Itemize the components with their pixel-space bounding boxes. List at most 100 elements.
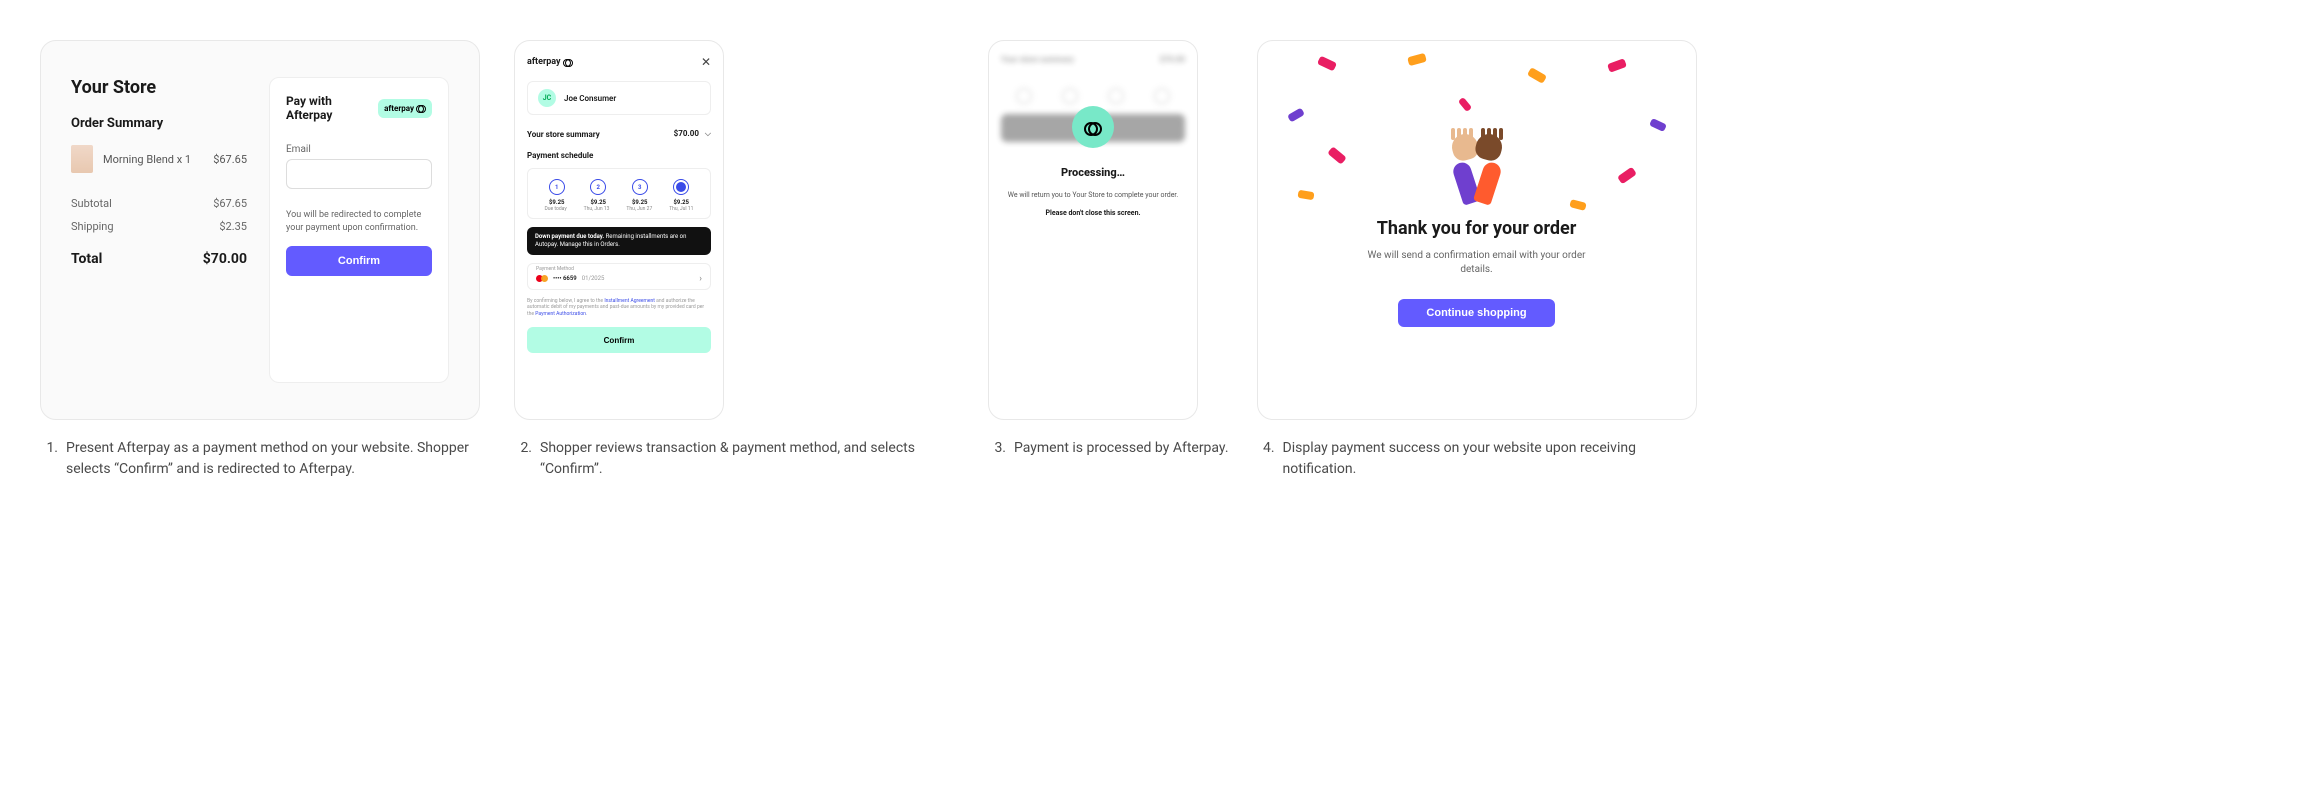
confetti-icon	[1617, 167, 1637, 185]
installment-amount: $9.25	[590, 199, 606, 206]
caption-text: Present Afterpay as a payment method on …	[66, 438, 486, 480]
pay-heading: Pay with Afterpay	[286, 94, 378, 122]
email-input[interactable]	[286, 159, 432, 189]
payment-method-label: Payment Method	[536, 266, 574, 272]
shipping-row: Shipping $2.35	[71, 220, 247, 233]
step-2-column: afterpay ✕ JC Joe Consumer Your store su…	[514, 40, 960, 480]
afterpay-confirm-button[interactable]: Confirm	[527, 327, 711, 353]
confetti-icon	[1569, 199, 1587, 211]
installment-circle	[673, 179, 689, 195]
step-4-column: Thank you for your order We will send a …	[1257, 40, 1703, 480]
afterpay-loop-icon	[563, 59, 573, 66]
installment-amount: $9.25	[673, 199, 689, 206]
afterpay-review-card: afterpay ✕ JC Joe Consumer Your store su…	[514, 40, 724, 420]
confetti-icon	[1287, 108, 1305, 123]
thank-you-message: We will send a confirmation email with y…	[1367, 249, 1587, 277]
step-3-column: Your store summary $70.00 Processing… We…	[988, 40, 1229, 459]
confetti-icon	[1316, 56, 1336, 72]
shipping-label: Shipping	[71, 220, 114, 233]
thank-you-title: Thank you for your order	[1377, 218, 1577, 239]
flow-steps-row: Your Store Order Summary Morning Blend x…	[40, 40, 2268, 480]
confirm-button[interactable]: Confirm	[286, 246, 432, 276]
continue-shopping-button[interactable]: Continue shopping	[1398, 299, 1554, 327]
confetti-icon	[1457, 97, 1471, 112]
caption-text: Shopper reviews transaction & payment me…	[540, 438, 960, 480]
confetti-icon	[1607, 58, 1627, 73]
pay-panel: Pay with Afterpay afterpay Email You wil…	[269, 77, 449, 383]
chevron-right-icon: ›	[699, 274, 702, 284]
afterpay-badge: afterpay	[378, 99, 432, 118]
confetti-icon	[1649, 118, 1667, 132]
order-summary-heading: Order Summary	[71, 116, 247, 131]
installment-agreement-link[interactable]: Installment Agreement	[604, 298, 655, 304]
user-chip[interactable]: JC Joe Consumer	[527, 81, 711, 115]
step-1-column: Your Store Order Summary Morning Blend x…	[40, 40, 486, 480]
email-label: Email	[286, 144, 432, 155]
installment-circle: 1	[549, 179, 565, 195]
installment-circle: 3	[632, 179, 648, 195]
close-icon[interactable]: ✕	[701, 55, 711, 69]
afterpay-loop-icon	[1084, 122, 1102, 133]
card-last4: •••• 6659	[553, 275, 577, 282]
caption-number: 1.	[40, 438, 58, 480]
processing-message: We will return you to Your Store to comp…	[1008, 191, 1178, 199]
shipping-value: $2.35	[219, 220, 247, 233]
installment-date: Thu, Jun 13	[584, 206, 610, 212]
schedule-box: 1 2 3 $9.25 $9.25 $9.25 $9.25 Due today …	[527, 168, 711, 219]
legal-text: By confirming below, I agree to the Inst…	[527, 298, 711, 318]
installment-amount: $9.25	[549, 199, 565, 206]
total-label: Total	[71, 251, 102, 267]
redirect-notice: You will be redirected to complete your …	[286, 209, 432, 234]
confetti-icon	[1327, 146, 1347, 164]
step-1-caption: 1. Present Afterpay as a payment method …	[40, 438, 486, 480]
caption-number: 3.	[988, 438, 1006, 459]
processing-heading: Processing…	[1061, 166, 1125, 179]
card-expiry: 01/2025	[582, 275, 605, 282]
subtotal-row: Subtotal $67.65	[71, 197, 247, 210]
subtotal-value: $67.65	[213, 197, 247, 210]
payment-method-row[interactable]: Payment Method •••• 6659 01/2025 ›	[527, 263, 711, 290]
step-2-caption: 2. Shopper reviews transaction & payment…	[514, 438, 960, 480]
high-five-icon	[1437, 134, 1517, 204]
installment-date: Thu, Jul 11	[669, 206, 693, 212]
installment-circle: 2	[590, 179, 606, 195]
confetti-icon	[1526, 67, 1546, 84]
installment-date: Due today	[544, 206, 566, 212]
installment-amount: $9.25	[632, 199, 648, 206]
caption-number: 2.	[514, 438, 532, 480]
mastercard-icon	[536, 275, 548, 283]
afterpay-logo: afterpay	[527, 57, 573, 67]
confetti-icon	[1407, 53, 1427, 66]
processing-card: Your store summary $70.00 Processing… We…	[988, 40, 1198, 420]
subtotal-label: Subtotal	[71, 197, 112, 210]
chevron-down-icon: ⌵	[705, 129, 711, 138]
total-value: $70.00	[203, 251, 247, 267]
step-3-caption: 3. Payment is processed by Afterpay.	[988, 438, 1229, 459]
afterpay-spinner-icon	[1072, 106, 1114, 148]
caption-number: 4.	[1257, 438, 1275, 480]
afterpay-loop-icon	[416, 105, 426, 112]
store-summary-row[interactable]: Your store summary $70.00 ⌵	[527, 129, 711, 139]
store-name: Your Store	[71, 77, 247, 98]
payment-authorization-link[interactable]: Payment Authorization	[535, 311, 586, 317]
caption-text: Display payment success on your website …	[1283, 438, 1703, 480]
store-summary-amount: $70.00	[674, 129, 699, 138]
store-summary-label: Your store summary	[527, 130, 600, 139]
line-item: Morning Blend x 1 $67.65	[71, 145, 247, 173]
installment-date: Thu, Jun 27	[626, 206, 652, 212]
checkout-card: Your Store Order Summary Morning Blend x…	[40, 40, 480, 420]
afterpay-badge-text: afterpay	[384, 104, 414, 113]
total-row: Total $70.00	[71, 251, 247, 267]
confetti-icon	[1297, 190, 1314, 201]
caption-text: Payment is processed by Afterpay.	[1014, 438, 1229, 459]
user-avatar: JC	[538, 89, 556, 107]
success-card: Thank you for your order We will send a …	[1257, 40, 1697, 420]
line-item-name: Morning Blend x 1	[103, 153, 203, 166]
schedule-heading: Payment schedule	[527, 151, 711, 160]
banner-bold: Down payment due today.	[535, 233, 604, 240]
autopay-banner: Down payment due today. Remaining instal…	[527, 227, 711, 255]
order-summary-panel: Your Store Order Summary Morning Blend x…	[71, 77, 247, 383]
processing-warning: Please don't close this screen.	[1045, 209, 1140, 217]
step-4-caption: 4. Display payment success on your websi…	[1257, 438, 1703, 480]
line-item-price: $67.65	[213, 153, 247, 166]
